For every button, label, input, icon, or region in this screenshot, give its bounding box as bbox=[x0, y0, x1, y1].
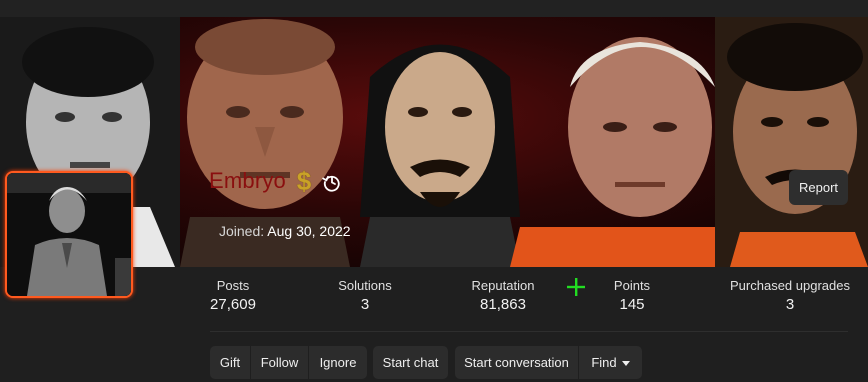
top-strip bbox=[0, 0, 868, 17]
action-group-conversation: Start conversation Find bbox=[455, 346, 642, 379]
plus-icon[interactable] bbox=[566, 277, 586, 297]
action-group-chat: Start chat bbox=[373, 346, 448, 379]
banner-face-5 bbox=[715, 17, 868, 267]
stat-solutions[interactable]: Solutions 3 bbox=[325, 278, 405, 315]
joined-info: Joined: Aug 30, 2022 bbox=[219, 222, 351, 240]
banner-face-3 bbox=[360, 44, 520, 267]
stat-label: Purchased upgrades bbox=[730, 278, 850, 293]
stat-purchased-upgrades[interactable]: Purchased upgrades 3 bbox=[722, 278, 858, 315]
start-conversation-button[interactable]: Start conversation bbox=[455, 346, 579, 379]
joined-date: Aug 30, 2022 bbox=[267, 223, 351, 239]
stat-reputation[interactable]: Reputation 81,863 bbox=[463, 278, 543, 315]
profile-stats: Posts 27,609 Solutions 3 Reputation 81,8… bbox=[0, 278, 868, 318]
history-icon[interactable] bbox=[322, 172, 342, 192]
stat-label: Reputation bbox=[471, 278, 535, 293]
stat-label: Points bbox=[613, 278, 651, 293]
ignore-button[interactable]: Ignore bbox=[309, 346, 367, 379]
find-label: Find bbox=[591, 355, 617, 370]
report-button[interactable]: Report bbox=[789, 170, 848, 205]
stat-posts[interactable]: Posts 27,609 bbox=[198, 278, 268, 315]
stat-value: 81,863 bbox=[480, 296, 526, 313]
joined-label: Joined: bbox=[219, 223, 265, 239]
stat-label: Solutions bbox=[338, 278, 392, 293]
stat-value: 3 bbox=[785, 296, 795, 313]
stat-value: 145 bbox=[619, 296, 645, 313]
stats-divider bbox=[210, 331, 848, 332]
start-chat-button[interactable]: Start chat bbox=[373, 346, 448, 379]
follow-button[interactable]: Follow bbox=[251, 346, 309, 379]
find-menu-button[interactable]: Find bbox=[579, 346, 642, 379]
stat-label: Posts bbox=[216, 278, 250, 293]
stat-value: 3 bbox=[360, 296, 370, 313]
action-group-social: Gift Follow Ignore bbox=[210, 346, 367, 379]
stat-value: 27,609 bbox=[210, 296, 256, 313]
chevron-down-icon bbox=[621, 361, 630, 366]
stat-points[interactable]: Points 145 bbox=[602, 278, 662, 315]
gift-button[interactable]: Gift bbox=[210, 346, 251, 379]
username[interactable]: Embryo bbox=[209, 168, 286, 194]
dollar-icon[interactable]: $ bbox=[293, 167, 315, 195]
